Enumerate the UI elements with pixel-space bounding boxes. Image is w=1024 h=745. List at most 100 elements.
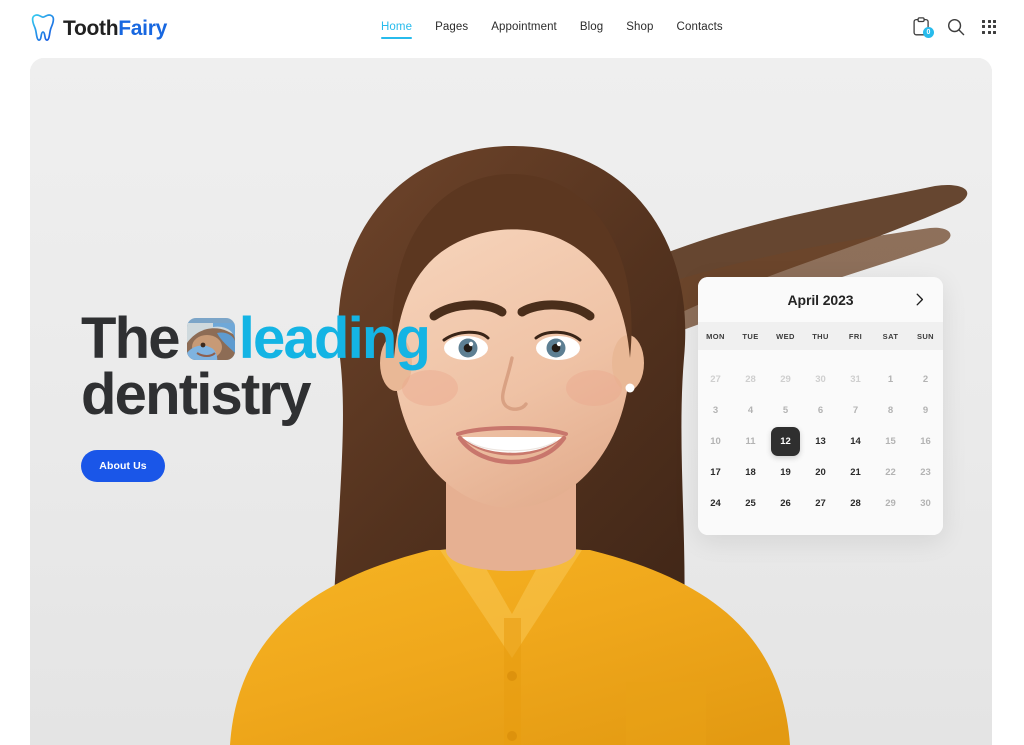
calendar-header: April 2023 — [698, 277, 943, 322]
calendar-day-30: 30 — [803, 364, 838, 395]
calendar-day-label: 22 — [885, 467, 896, 478]
calendar-day-label: 7 — [852, 405, 859, 416]
calendar-day-25[interactable]: 25 — [733, 488, 768, 519]
calendar-day-10: 10 — [698, 426, 733, 457]
hero-headline: The leading dentistry — [81, 310, 431, 427]
calendar-day-label: 29 — [885, 498, 896, 509]
nav-item-home[interactable]: Home — [381, 21, 413, 39]
calendar-day-label: 18 — [745, 467, 756, 478]
weekday-fri: FRI — [848, 331, 863, 341]
site-header: ToothFairy Home Pages Appointment Blog S… — [0, 0, 1024, 58]
calendar-day-29: 29 — [873, 488, 908, 519]
nav-item-pages[interactable]: Pages — [435, 21, 468, 39]
calendar-day-label: 1 — [887, 374, 894, 385]
calendar-day-label: 15 — [885, 436, 896, 447]
calendar-day-29: 29 — [768, 364, 803, 395]
calendar-day-2: 2 — [908, 364, 943, 395]
calendar-day-30: 30 — [908, 488, 943, 519]
calendar-day-label: 16 — [920, 436, 931, 447]
calendar-day-label: 17 — [710, 467, 721, 478]
calendar-day-16: 16 — [908, 426, 943, 457]
calendar-day-19[interactable]: 19 — [768, 457, 803, 488]
about-us-button[interactable]: About Us — [81, 450, 165, 483]
calendar-day-label: 27 — [710, 374, 721, 385]
calendar-day-12[interactable]: 12 — [768, 426, 803, 457]
weekday-tue: TUE — [742, 331, 759, 341]
calendar-day-20[interactable]: 20 — [803, 457, 838, 488]
search-icon[interactable] — [947, 18, 965, 36]
calendar-day-label: 14 — [850, 436, 861, 447]
calendar-day-24[interactable]: 24 — [698, 488, 733, 519]
calendar-day-27: 27 — [698, 364, 733, 395]
calendar-day-26[interactable]: 26 — [768, 488, 803, 519]
calendar-month-title: April 2023 — [787, 291, 854, 308]
calendar-day-label: 19 — [780, 467, 791, 478]
calendar-day-label: 31 — [850, 374, 861, 385]
calendar-day-label: 8 — [887, 405, 894, 416]
nav-item-shop[interactable]: Shop — [626, 21, 653, 39]
calendar-day-label: 30 — [920, 498, 931, 509]
calendar-day-label: 25 — [745, 498, 756, 509]
calendar-day-28[interactable]: 28 — [838, 488, 873, 519]
calendar-day-21[interactable]: 21 — [838, 457, 873, 488]
calendar-day-label: 28 — [850, 498, 861, 509]
calendar-day-15: 15 — [873, 426, 908, 457]
weekday-mon: MON — [706, 331, 725, 341]
calendar-day-label: 27 — [815, 498, 826, 509]
calendar-day-27[interactable]: 27 — [803, 488, 838, 519]
chevron-right-glyph — [916, 293, 924, 306]
calendar-weekday-header: MON TUE WED THU FRI SAT SUN — [698, 322, 943, 350]
nav-item-appointment[interactable]: Appointment — [491, 21, 557, 39]
clipboard-cart-icon[interactable]: 0 — [913, 17, 934, 38]
logo-text: ToothFairy — [63, 18, 167, 39]
nav-item-blog[interactable]: Blog — [580, 21, 603, 39]
calendar-day-3: 3 — [698, 395, 733, 426]
calendar-day-label: 4 — [747, 405, 754, 416]
weekday-sat: SAT — [882, 331, 899, 341]
calendar-day-11: 11 — [733, 426, 768, 457]
dentist-treating-patient-thumb — [186, 318, 235, 360]
calendar-day-label: 29 — [780, 374, 791, 385]
calendar-day-label: 9 — [922, 405, 929, 416]
calendar-day-31: 31 — [838, 364, 873, 395]
calendar-day-14[interactable]: 14 — [838, 426, 873, 457]
weekday-wed: WED — [776, 331, 795, 341]
calendar-day-label: 6 — [817, 405, 824, 416]
appointment-calendar: April 2023 MON TUE WED THU FRI SAT SUN 2… — [698, 277, 943, 535]
calendar-day-17[interactable]: 17 — [698, 457, 733, 488]
apps-grid-glyph — [982, 19, 996, 34]
headline-part-2: dentistry — [81, 361, 312, 427]
logo-text-primary: Tooth — [63, 16, 119, 40]
header-actions: 0 — [913, 17, 996, 38]
calendar-day-28: 28 — [733, 364, 768, 395]
calendar-day-label: 3 — [712, 405, 719, 416]
calendar-day-label: 20 — [815, 467, 826, 478]
calendar-day-label: 13 — [815, 436, 826, 447]
calendar-day-label: 30 — [815, 374, 826, 385]
calendar-day-23: 23 — [908, 457, 943, 488]
calendar-day-label: 2 — [922, 374, 929, 385]
calendar-day-7: 7 — [838, 395, 873, 426]
logo-text-accent: Fairy — [118, 16, 167, 40]
apps-grid-icon[interactable] — [982, 19, 996, 34]
tooth-icon — [31, 14, 55, 41]
nav-item-contacts[interactable]: Contacts — [677, 21, 723, 39]
calendar-day-label: 12 — [771, 427, 800, 456]
calendar-day-13[interactable]: 13 — [803, 426, 838, 457]
calendar-day-label: 26 — [780, 498, 791, 509]
weekday-thu: THU — [812, 331, 829, 341]
calendar-day-18[interactable]: 18 — [733, 457, 768, 488]
chevron-right-icon[interactable] — [911, 291, 929, 309]
cart-count-badge: 0 — [923, 27, 934, 38]
calendar-day-1: 1 — [873, 364, 908, 395]
calendar-day-6: 6 — [803, 395, 838, 426]
logo[interactable]: ToothFairy — [30, 13, 167, 43]
main-navigation: Home Pages Appointment Blog Shop Contact… — [381, 21, 723, 39]
calendar-day-4: 4 — [733, 395, 768, 426]
search-glyph — [947, 18, 965, 35]
calendar-day-label: 11 — [745, 436, 756, 447]
calendar-day-label: 5 — [782, 405, 789, 416]
inline-thumb-image — [186, 323, 235, 360]
calendar-day-grid: 27 28 29 30 31 1 2 3 4 5 6 7 8 9 10 11 12 13 14 15 16 17 18 19 2… — [698, 350, 943, 535]
hero-section: The leading dentistry About Us April 202… — [30, 58, 992, 745]
